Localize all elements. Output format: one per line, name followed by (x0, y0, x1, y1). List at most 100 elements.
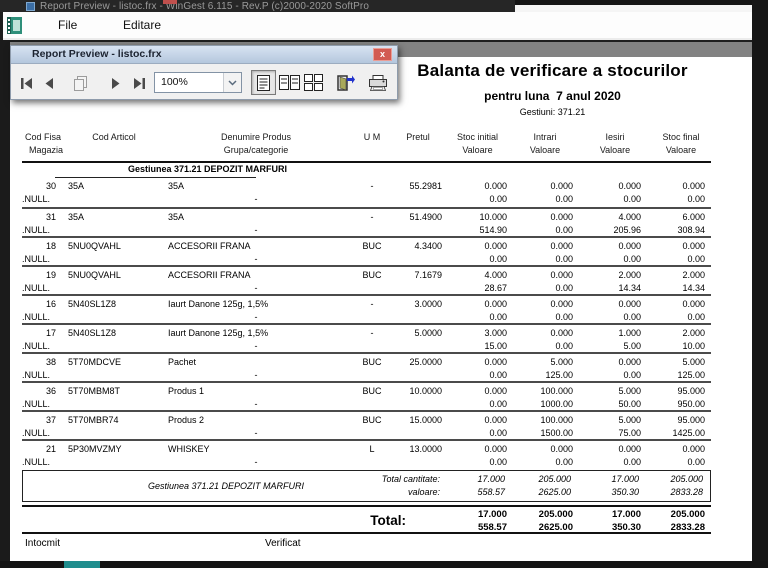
cell-magazia: .NULL. (22, 283, 51, 293)
four-page-view-button[interactable] (301, 70, 326, 95)
cell-cod-fisa: 30 (45, 181, 56, 191)
menu-file[interactable]: File (58, 18, 77, 32)
group-header-label: Gestiunea 371.21 DEPOZIT MARFURI (128, 164, 288, 174)
cell-cod-fisa: 19 (45, 270, 56, 280)
report-rows: 30 35A 35A - 55.2981 0.000 0.000 0.000 0… (22, 178, 711, 468)
cell-stoc-initial: 0.000 (484, 299, 507, 309)
cell-grupa: - (254, 457, 258, 467)
notebook-icon (7, 17, 22, 34)
cell-valoare-intrari: 0.00 (555, 283, 573, 293)
cell-cod-fisa: 36 (45, 386, 56, 396)
cell-grupa: - (254, 194, 258, 204)
cell-magazia: .NULL. (22, 370, 51, 380)
group-header-underline (55, 177, 256, 178)
cell-denumire: ACCESORII FRANA (168, 241, 251, 251)
print-button[interactable] (367, 72, 389, 94)
cell-valoare-iesiri: 14.34 (618, 283, 641, 293)
goto-page-button[interactable] (71, 72, 89, 94)
cell-valoare-intrari: 0.00 (555, 341, 573, 351)
cell-grupa: - (254, 370, 258, 380)
cell-valoare-iesiri: 0.00 (623, 457, 641, 467)
grand-total-row: Total: 17.000 558.57 205.000 2625.00 17.… (22, 507, 711, 534)
cell-intrari: 100.000 (540, 386, 573, 396)
cell-um: - (370, 299, 374, 309)
cell-stoc-initial: 10.000 (479, 212, 507, 222)
col-header: U M (363, 132, 381, 142)
cell-valoare-intrari: 1500.00 (540, 428, 573, 438)
grand-total-stoc-final: 205.000 2833.28 (670, 508, 705, 533)
taskbar-accent (64, 561, 100, 568)
zoom-select[interactable]: 100% (154, 72, 242, 93)
table-row: 18 5NU0QVAHL ACCESORII FRANA BUC 4.3400 … (22, 236, 711, 265)
next-page-button[interactable] (109, 72, 123, 94)
cell-intrari: 100.000 (540, 415, 573, 425)
app-icon (26, 2, 35, 11)
menu-bar: File Editare (3, 12, 752, 40)
cell-iesiri: 5.000 (618, 386, 641, 396)
close-preview-button[interactable] (336, 72, 356, 94)
cell-pret: 10.0000 (409, 386, 442, 396)
four-page-icon (304, 74, 323, 91)
cell-stoc-final: 2.000 (682, 270, 705, 280)
cell-intrari: 0.000 (550, 299, 573, 309)
cell-cod-articol: 5N40SL1Z8 (68, 299, 117, 309)
cell-denumire: Iaurt Danone 125g, 1,5% (168, 299, 269, 309)
one-page-view-button[interactable] (251, 70, 276, 95)
app-titlebar: Report Preview - listoc.frx - WinGest 6.… (0, 0, 768, 12)
zoom-dropdown-button[interactable] (223, 73, 241, 92)
previous-page-button[interactable] (42, 72, 56, 94)
group-total-stoc-initial: 17.000 558.57 (477, 474, 505, 497)
cell-pret: 51.4900 (409, 212, 442, 222)
cell-intrari: 0.000 (550, 270, 573, 280)
cell-valoare-intrari: 0.00 (555, 312, 573, 322)
footer-intocmit: Intocmit (25, 538, 61, 549)
menu-editare[interactable]: Editare (123, 18, 161, 32)
cell-stoc-final: 2.000 (682, 328, 705, 338)
last-page-button[interactable] (131, 72, 147, 94)
col-header: Denumire Produs (220, 132, 292, 142)
cell-valoare-intrari: 0.00 (555, 254, 573, 264)
cell-magazia: .NULL. (22, 312, 51, 322)
cell-stoc-initial: 0.000 (484, 444, 507, 454)
cell-um: BUC (362, 415, 382, 425)
cell-cod-fisa: 16 (45, 299, 56, 309)
cell-grupa: - (254, 399, 258, 409)
toolbar-titlebar[interactable]: Report Preview - listoc.frx x (11, 46, 397, 64)
cell-pret: 13.0000 (409, 444, 442, 454)
cell-um: BUC (362, 386, 382, 396)
group-total-intrari: 205.000 2625.00 (538, 474, 571, 497)
first-page-icon (21, 77, 32, 89)
cell-iesiri: 2.000 (618, 270, 641, 280)
cell-denumire: 35A (168, 212, 185, 222)
cell-stoc-final: 0.000 (682, 241, 705, 251)
report-gestiuni: Gestiuni: 371.21 (519, 107, 586, 117)
cell-um: - (370, 212, 374, 222)
cell-stoc-final: 5.000 (682, 357, 705, 367)
col-subheader: Valoare (599, 145, 631, 155)
cell-valoare-initial: 0.00 (489, 194, 507, 204)
col-subheader: Valoare (462, 145, 493, 155)
col-header: Stoc final (662, 132, 700, 142)
table-row: 31 35A 35A - 51.4900 10.000 0.000 4.000 … (22, 207, 711, 236)
cell-cod-fisa: 31 (45, 212, 56, 222)
cell-magazia: .NULL. (22, 399, 51, 409)
cell-denumire: WHISKEY (168, 444, 210, 454)
first-page-button[interactable] (19, 72, 35, 94)
cell-cod-articol: 5NU0QVAHL (68, 270, 121, 280)
cell-um: - (370, 328, 374, 338)
cell-cod-fisa: 17 (45, 328, 56, 338)
group-header: Gestiunea 371.21 DEPOZIT MARFURI (22, 163, 711, 178)
cell-intrari: 0.000 (550, 241, 573, 251)
cell-cod-fisa: 18 (45, 241, 56, 251)
cell-iesiri: 1.000 (618, 328, 641, 338)
background-close-remnant (163, 0, 177, 4)
close-button[interactable]: x (373, 48, 392, 61)
cell-stoc-initial: 4.000 (484, 270, 507, 280)
two-page-view-button[interactable] (277, 70, 302, 95)
col-header: Stoc initial (456, 132, 499, 142)
cell-cod-fisa: 21 (45, 444, 56, 454)
cell-intrari: 0.000 (550, 328, 573, 338)
group-total-captions: Total cantitate: valoare: (381, 474, 440, 497)
exit-door-icon (337, 75, 355, 91)
app-title: Report Preview - listoc.frx - WinGest 6.… (40, 1, 369, 12)
